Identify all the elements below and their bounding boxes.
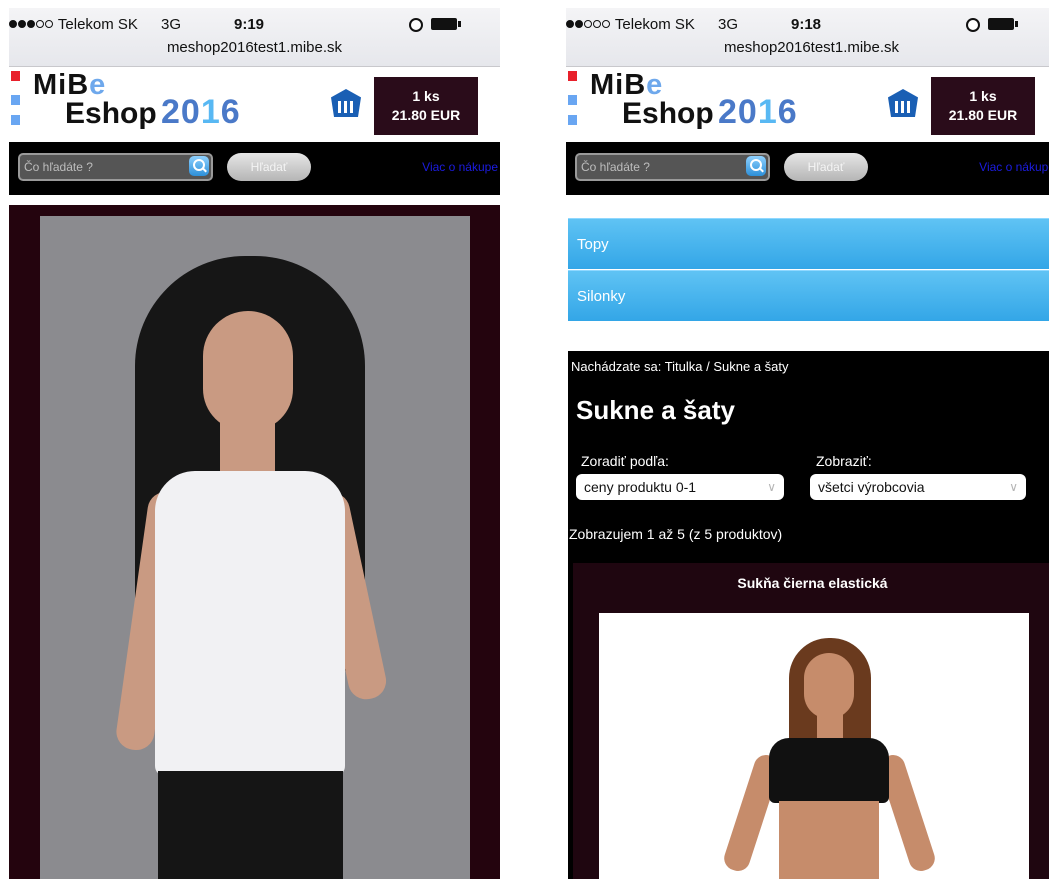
product-name-link[interactable]: Sukňa čierna elastická <box>573 575 1049 591</box>
manufacturer-select-value: všetci výrobcovia <box>818 479 925 495</box>
carrier-name: Telekom SK <box>614 16 695 33</box>
result-count: Zobrazujem 1 až 5 (z 5 produktov) <box>569 526 783 542</box>
photo-black-skirt <box>158 771 343 879</box>
breadcrumb[interactable]: Nachádzate sa: Titulka / Sukne a šaty <box>571 359 789 374</box>
menu-spacer <box>566 195 1049 215</box>
signal-carrier: Telekom SK <box>9 16 138 33</box>
basket-icon[interactable] <box>331 89 361 117</box>
more-about-shopping-link[interactable]: Viac o nákupe <box>422 160 498 174</box>
search-bar: Hľadať Viac o nákupe <box>566 142 1049 195</box>
search-icon[interactable] <box>189 156 209 176</box>
logo-eshop: Eshop <box>622 97 714 130</box>
alarm-icon <box>409 18 423 32</box>
search-button[interactable]: Hľadať <box>784 153 868 181</box>
phone-screen-category-listing: Telekom SK 3G 9:18 meshop2016test1.mibe.… <box>566 8 1049 879</box>
signal-dot-icon <box>36 20 44 28</box>
signal-dot-icon <box>602 20 610 28</box>
search-button[interactable]: Hľadať <box>227 153 311 181</box>
logo-year: 2016 <box>718 93 798 131</box>
product-photo[interactable] <box>40 216 470 879</box>
photo-white-top <box>155 471 345 776</box>
search-icon[interactable] <box>746 156 766 176</box>
more-about-shopping-link[interactable]: Viac o nákupe <box>979 160 1049 174</box>
logo-year: 2016 <box>161 93 241 131</box>
sort-select[interactable]: ceny produktu 0-1 ∨ <box>576 474 784 500</box>
product-photo[interactable] <box>599 613 1029 879</box>
logo-blue-square-icon <box>11 115 20 125</box>
status-time: 9:18 <box>791 16 822 33</box>
alarm-icon <box>966 18 980 32</box>
manufacturer-select[interactable]: všetci výrobcovia ∨ <box>810 474 1026 500</box>
signal-dot-icon <box>593 20 601 28</box>
product-listing: Nachádzate sa: Titulka / Sukne a šaty Su… <box>568 351 1049 879</box>
signal-dot-icon <box>566 20 574 28</box>
logo-eshop: Eshop <box>65 97 157 130</box>
cart-total: 21.80 EUR <box>948 107 1018 123</box>
cart-count: 1 ks <box>412 88 440 104</box>
sort-label: Zoradiť podľa: <box>581 453 669 469</box>
photo-face <box>203 311 293 431</box>
chevron-down-icon: ∨ <box>767 480 776 494</box>
signal-dot-icon <box>575 20 583 28</box>
page-title: Sukne a šaty <box>576 395 735 425</box>
photo-belly <box>779 801 879 879</box>
site-header: MiBe Eshop 2016 1 ks 21.80 EUR <box>9 67 500 142</box>
site-logo[interactable]: MiBe Eshop 2016 <box>568 69 818 139</box>
signal-dot-icon <box>9 20 17 28</box>
cart-summary-button[interactable]: 1 ks 21.80 EUR <box>374 77 478 135</box>
sort-select-value: ceny produktu 0-1 <box>584 479 697 495</box>
search-input[interactable] <box>575 153 770 181</box>
basket-icon[interactable] <box>888 89 918 117</box>
network-type: 3G <box>161 16 182 33</box>
site-header: MiBe Eshop 2016 1 ks 21.80 EUR <box>566 67 1049 142</box>
photo-face <box>804 653 854 719</box>
chevron-down-icon: ∨ <box>1009 480 1018 494</box>
search-input[interactable] <box>18 153 213 181</box>
network-type: 3G <box>718 16 739 33</box>
signal-carrier: Telekom SK <box>566 16 695 33</box>
site-logo[interactable]: MiBe Eshop 2016 <box>11 69 261 139</box>
address-url[interactable]: meshop2016test1.mibe.sk <box>9 39 500 56</box>
status-time: 9:19 <box>234 16 265 33</box>
product-card[interactable]: Sukňa čierna elastická <box>573 563 1049 879</box>
signal-dot-icon <box>45 20 53 28</box>
logo-red-square-icon <box>568 71 577 81</box>
status-bar: Telekom SK 3G 9:18 meshop2016test1.mibe.… <box>566 8 1049 67</box>
signal-dot-icon <box>18 20 26 28</box>
battery-icon <box>431 18 461 30</box>
category-item-silonky[interactable]: Silonky <box>568 270 1049 321</box>
search-bar: Hľadať Viac o nákupe <box>9 142 500 195</box>
phone-screen-product-detail: Telekom SK 3G 9:19 meshop2016test1.mibe.… <box>9 8 500 879</box>
logo-blue-square-icon <box>568 115 577 125</box>
signal-dot-icon <box>584 20 592 28</box>
photo-black-top <box>769 738 889 803</box>
cart-total: 21.80 EUR <box>391 107 461 123</box>
logo-blue-square-icon <box>568 95 577 105</box>
product-image-frame <box>9 205 500 879</box>
logo-blue-square-icon <box>11 95 20 105</box>
status-bar: Telekom SK 3G 9:19 meshop2016test1.mibe.… <box>9 8 500 67</box>
carrier-name: Telekom SK <box>57 16 138 33</box>
logo-red-square-icon <box>11 71 20 81</box>
category-item-topy[interactable]: Topy <box>568 218 1049 269</box>
cart-summary-button[interactable]: 1 ks 21.80 EUR <box>931 77 1035 135</box>
battery-icon <box>988 18 1018 30</box>
signal-dot-icon <box>27 20 35 28</box>
filter-label: Zobraziť: <box>816 453 872 469</box>
cart-count: 1 ks <box>969 88 997 104</box>
address-url[interactable]: meshop2016test1.mibe.sk <box>566 39 1049 56</box>
